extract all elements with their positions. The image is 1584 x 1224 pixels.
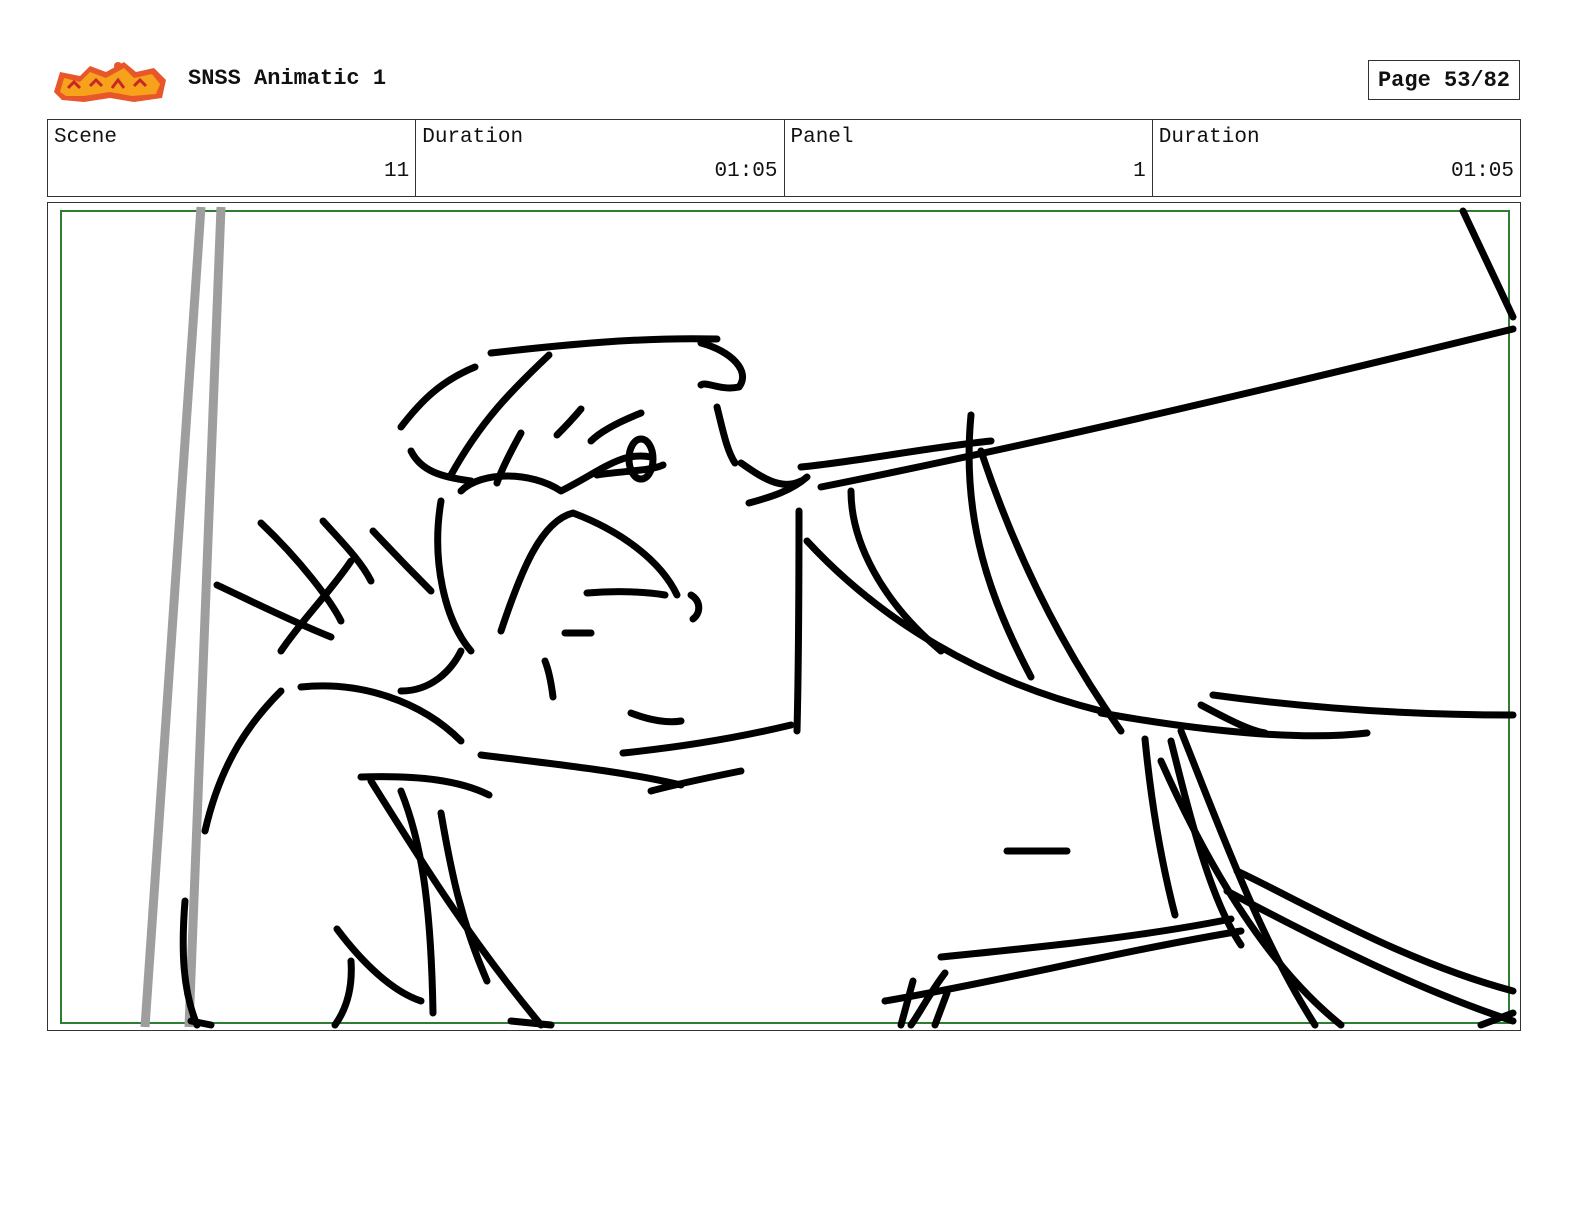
- scene-info-table: Scene 11 Duration 01:05 Panel 1 Duration…: [47, 119, 1521, 197]
- panel-sketch: [60, 206, 1517, 1029]
- storyboard-panel: [47, 202, 1521, 1031]
- panel-value: 1: [1133, 160, 1146, 183]
- scene-duration-value: 01:05: [714, 160, 778, 183]
- scene-value: 11: [384, 160, 410, 183]
- scene-label: Scene: [54, 126, 118, 149]
- scene-cell: Scene 11: [48, 120, 417, 196]
- show-logo-icon: [50, 58, 170, 106]
- page-indicator: Page 53/82: [1368, 60, 1520, 100]
- panel-duration-cell: Duration 01:05: [1153, 120, 1520, 196]
- character-sketch: [179, 207, 1517, 1029]
- panel-duration-label: Duration: [1158, 126, 1260, 149]
- scene-duration-cell: Duration 01:05: [416, 120, 785, 196]
- scene-duration-label: Duration: [422, 126, 524, 149]
- document-title: SNSS Animatic 1: [188, 66, 387, 91]
- panel-cell: Panel 1: [785, 120, 1153, 196]
- panel-label: Panel: [790, 126, 854, 149]
- panel-duration-value: 01:05: [1450, 160, 1514, 183]
